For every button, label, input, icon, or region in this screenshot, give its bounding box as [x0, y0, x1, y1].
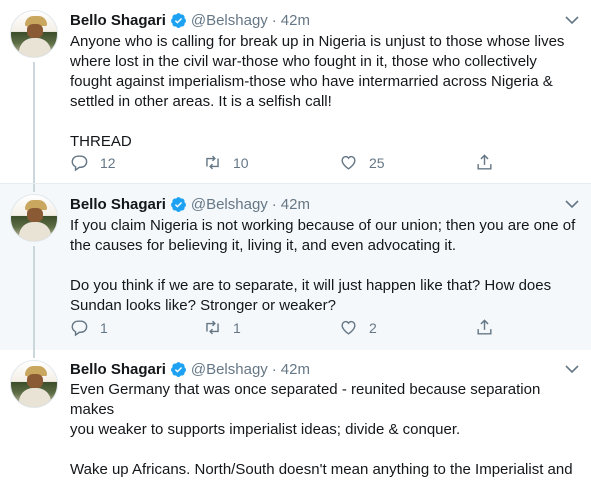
chevron-down-icon[interactable] — [565, 199, 579, 209]
reply-icon — [71, 155, 88, 172]
timestamp[interactable]: 42m — [281, 361, 310, 378]
reply-count: 1 — [100, 319, 108, 336]
thread-line — [33, 350, 35, 358]
tweet-header: Bello Shagari @Belshagy · 42m — [70, 10, 310, 30]
verified-badge-icon — [170, 12, 186, 28]
tweet-header: Bello Shagari @Belshagy · 42m — [70, 194, 310, 214]
avatar[interactable] — [10, 10, 58, 58]
timestamp[interactable]: 42m — [281, 196, 310, 213]
separator-dot: · — [271, 195, 277, 213]
share-button[interactable] — [475, 318, 505, 337]
author-handle[interactable]: @Belshagy — [191, 196, 268, 213]
tweet-text: Even Germany that was once separated - r… — [70, 381, 573, 482]
thread-line — [33, 246, 35, 350]
tweet-1[interactable]: Bello Shagari @Belshagy · 42m Anyone who… — [0, 0, 591, 184]
verified-badge-icon — [170, 196, 186, 212]
reply-icon — [71, 320, 88, 337]
share-button[interactable] — [475, 153, 505, 172]
tweet-text: Anyone who is calling for break up in Ni… — [70, 33, 565, 150]
separator-dot: · — [271, 11, 277, 29]
avatar[interactable] — [10, 360, 58, 408]
share-icon — [477, 319, 492, 335]
like-count: 25 — [369, 154, 385, 171]
like-count: 2 — [369, 319, 377, 336]
chevron-down-icon[interactable] — [565, 15, 579, 25]
timestamp[interactable]: 42m — [281, 12, 310, 29]
author-handle[interactable]: @Belshagy — [191, 12, 268, 29]
tweet-2[interactable]: Bello Shagari @Belshagy · 42m If you cla… — [0, 184, 591, 350]
retweet-icon — [206, 320, 219, 335]
tweet-3[interactable]: Bello Shagari @Belshagy · 42m Even Germa… — [0, 350, 591, 482]
reply-button[interactable]: 12 — [70, 153, 116, 172]
thread-line — [33, 184, 35, 192]
tweet-header: Bello Shagari @Belshagy · 42m — [70, 359, 310, 379]
separator-dot: · — [271, 360, 277, 378]
avatar[interactable] — [10, 194, 58, 242]
author-name[interactable]: Bello Shagari — [70, 196, 166, 213]
action-bar: 12 10 25 — [70, 153, 520, 173]
retweet-button[interactable]: 1 — [203, 318, 241, 337]
chevron-down-icon[interactable] — [565, 364, 579, 374]
tweet-text: If you claim Nigeria is not working beca… — [70, 217, 576, 314]
retweet-count: 10 — [233, 154, 249, 171]
verified-badge-icon — [170, 361, 186, 377]
reply-count: 12 — [100, 154, 116, 171]
heart-icon — [341, 320, 356, 335]
action-bar: 1 1 2 — [70, 318, 520, 338]
retweet-icon — [206, 155, 219, 170]
like-button[interactable]: 2 — [339, 318, 377, 337]
retweet-button[interactable]: 10 — [203, 153, 249, 172]
retweet-count: 1 — [233, 319, 241, 336]
author-handle[interactable]: @Belshagy — [191, 361, 268, 378]
heart-icon — [341, 155, 356, 170]
author-name[interactable]: Bello Shagari — [70, 361, 166, 378]
thread-line — [33, 62, 35, 184]
share-icon — [477, 154, 492, 170]
author-name[interactable]: Bello Shagari — [70, 12, 166, 29]
reply-button[interactable]: 1 — [70, 318, 108, 337]
like-button[interactable]: 25 — [339, 153, 385, 172]
